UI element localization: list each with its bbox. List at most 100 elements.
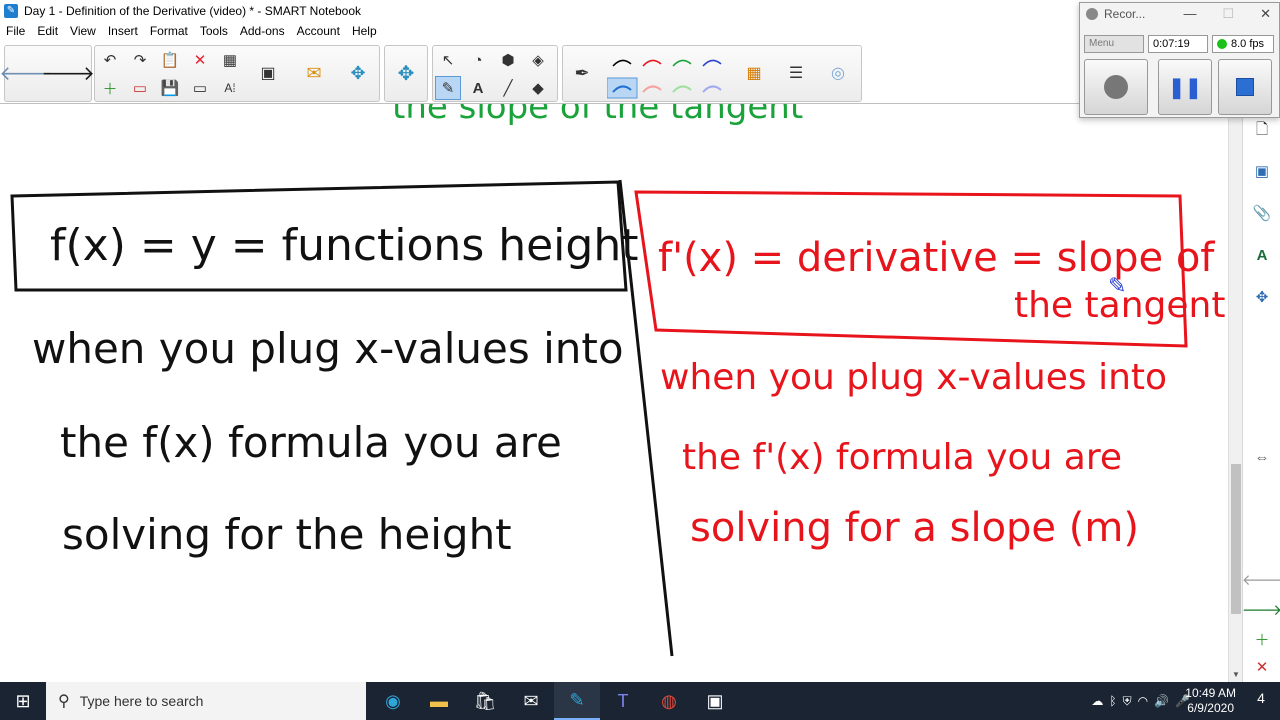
notebook-canvas[interactable]: the slope of the tangent f(x) = y = func… (0, 104, 1228, 682)
magic-pen-icon[interactable]: ◔ (465, 48, 491, 72)
gallery-icon[interactable]: ▣ (1247, 156, 1277, 186)
side-back-icon[interactable]: 🡐 (1242, 564, 1280, 594)
network-icon[interactable]: ☁ (1091, 694, 1103, 708)
taskbar-clock[interactable]: 10:49 AM 6/9/2020 (1185, 686, 1236, 716)
menu-format[interactable]: Format (150, 24, 188, 38)
edit-group: ↶ ↷ 📋 ✕ ▦ ＋ ▭ 💾 ▭ A⁞ ▣ ✉ ✥ (94, 45, 380, 102)
search-placeholder: Type here to search (79, 693, 204, 709)
menu-addons[interactable]: Add-ons (240, 24, 285, 38)
recorder-fps: 8.0 fps (1212, 35, 1274, 53)
clock-date: 6/9/2020 (1187, 701, 1234, 715)
side-delete-page-icon[interactable]: ✕ (1247, 652, 1277, 682)
recorder-icon (1086, 8, 1098, 20)
menu-account[interactable]: Account (297, 24, 340, 38)
pen-tool-icon[interactable]: ✎ (435, 76, 461, 100)
menu-edit[interactable]: Edit (37, 24, 58, 38)
shapes-icon[interactable]: ⬢ (495, 48, 521, 72)
attachments-icon[interactable]: 📎 (1247, 198, 1277, 228)
system-tray: ☁ ᛒ ⛨ ◠ 🔊 🎤 (1091, 682, 1190, 720)
wifi-icon[interactable]: ◠ (1138, 694, 1148, 708)
redo-icon[interactable]: ↷ (127, 48, 153, 72)
store-icon[interactable]: 🛍 (462, 682, 508, 720)
menu-file[interactable]: File (6, 24, 25, 38)
bluetooth-icon[interactable]: ᛒ (1109, 694, 1116, 708)
edge-icon[interactable]: ◉ (370, 682, 416, 720)
fill-icon[interactable]: ◈ (525, 48, 551, 72)
teams-icon[interactable]: T (600, 682, 646, 720)
recorder-status-row: Menu 0:07:19 8.0 fps (1084, 35, 1276, 53)
eraser-icon[interactable]: ◆ (525, 76, 551, 100)
tools-group: ↖ ◔ ⬢ ◈ ✎ A ╱ ◆ (432, 45, 558, 102)
smart-notebook-taskbar-icon[interactable]: ✎ (554, 682, 600, 720)
toolbar: 🡐 🡒 ↶ ↷ 📋 ✕ ▦ ＋ ▭ 💾 ▭ A⁞ ▣ ✉ ✥ ✥ ↖ ◔ ⬢ ◈… (0, 42, 1080, 104)
line-tool-icon[interactable]: ╱ (495, 76, 521, 100)
scroll-thumb[interactable] (1231, 464, 1241, 614)
previous-page-button[interactable]: 🡐 (0, 48, 53, 98)
table-icon[interactable]: ▦ (217, 48, 243, 72)
recorder-widget: Recor... — ☐ ✕ Menu 0:07:19 8.0 fps ❚❚ (1079, 2, 1280, 118)
menu-help[interactable]: Help (352, 24, 377, 38)
taskbar-search[interactable]: ⚲ Type here to search (46, 682, 366, 720)
delete-page-icon[interactable]: ▭ (127, 76, 153, 100)
fill-effects-icon[interactable]: ◎ (823, 48, 853, 98)
close-icon[interactable]: ✕ (1260, 6, 1271, 22)
vertical-scrollbar[interactable]: ▲ ▼ (1228, 104, 1242, 682)
lesson-activity-icon[interactable]: ✉ (299, 48, 329, 98)
page-sorter-icon[interactable]: 🗋 (1247, 116, 1277, 146)
text-tool-icon[interactable]: A (465, 76, 491, 100)
menu-view[interactable]: View (70, 24, 96, 38)
chrome-icon[interactable]: ◍ (646, 682, 692, 720)
notification-center-icon[interactable]: 4 (1250, 690, 1272, 712)
pause-button[interactable]: ❚❚ (1158, 59, 1212, 115)
addons-tab-icon[interactable]: ✥ (1247, 282, 1277, 312)
screen-capture-icon[interactable]: ▣ (253, 48, 283, 98)
add-page-icon[interactable]: ＋ (97, 76, 123, 100)
mail-icon[interactable]: ✉ (508, 682, 554, 720)
right-line-1: when you plug x-values into (660, 357, 1168, 398)
save-icon[interactable]: 💾 (157, 76, 183, 100)
right-line-2: the f'(x) formula you are (682, 437, 1122, 478)
line-style-icon[interactable]: ☰ (781, 48, 811, 98)
recorder-menu-dropdown[interactable]: Menu (1084, 35, 1144, 53)
select-arrow-icon[interactable]: ↖ (435, 48, 461, 72)
color-palette-icon[interactable]: ▦ (739, 48, 769, 98)
puzzle-icon[interactable]: ✥ (391, 48, 421, 98)
recorder-taskbar-icon[interactable]: ▣ (692, 682, 738, 720)
record-button[interactable] (1084, 59, 1148, 115)
taskbar: ⊞ ⚲ Type here to search ◉ ▬ 🛍 ✉ ✎ T ◍ ▣ … (0, 682, 1280, 720)
recorder-title-text: Recor... (1104, 7, 1146, 21)
fps-text: 8.0 fps (1231, 38, 1265, 50)
shield-icon[interactable]: ⛨ (1123, 694, 1132, 709)
next-page-button[interactable]: 🡒 (41, 48, 95, 98)
left-box-text: f(x) = y = functions height (50, 220, 639, 271)
windows-start-icon[interactable]: ⊞ (0, 682, 46, 720)
record-icon (1104, 75, 1128, 99)
pause-icon: ❚❚ (1168, 76, 1202, 99)
scroll-down-icon[interactable]: ▼ (1229, 668, 1243, 682)
pen-type-icon[interactable]: ✒ (567, 48, 597, 98)
notification-count: 4 (1257, 690, 1265, 706)
pen-properties-group: ✒ ▦ ☰ ◎ (562, 45, 862, 102)
maximize-icon[interactable]: ☐ (1222, 6, 1234, 22)
minimize-icon[interactable]: — (1183, 6, 1196, 22)
file-explorer-icon[interactable]: ▬ (416, 682, 462, 720)
properties-icon[interactable]: A (1247, 240, 1277, 270)
paste-icon[interactable]: 📋 (157, 48, 183, 72)
addons-icon[interactable]: ✥ (343, 48, 373, 98)
recorder-title: Recor... (1086, 7, 1145, 21)
left-line-1: when you plug x-values into (32, 324, 624, 373)
recorder-window-controls: — ☐ ✕ (1183, 6, 1271, 22)
top-green-text: the slope of the tangent (392, 104, 804, 127)
side-tab-bar: 🗋 ▣ 📎 A ✥ ⇔ 🡐 🡒 ＋ ✕ (1242, 104, 1280, 682)
screen-shade-icon[interactable]: ▭ (187, 76, 213, 100)
stop-button[interactable] (1218, 59, 1272, 115)
text-format-icon[interactable]: A⁞ (217, 76, 243, 100)
delete-icon[interactable]: ✕ (187, 48, 213, 72)
side-forward-icon[interactable]: 🡒 (1242, 594, 1280, 624)
undo-icon[interactable]: ↶ (97, 48, 123, 72)
volume-icon[interactable]: 🔊 (1154, 694, 1169, 708)
resize-icon[interactable]: ⇔ (1247, 442, 1277, 472)
menu-tools[interactable]: Tools (200, 24, 228, 38)
side-add-page-icon[interactable]: ＋ (1247, 624, 1277, 654)
menu-insert[interactable]: Insert (108, 24, 138, 38)
